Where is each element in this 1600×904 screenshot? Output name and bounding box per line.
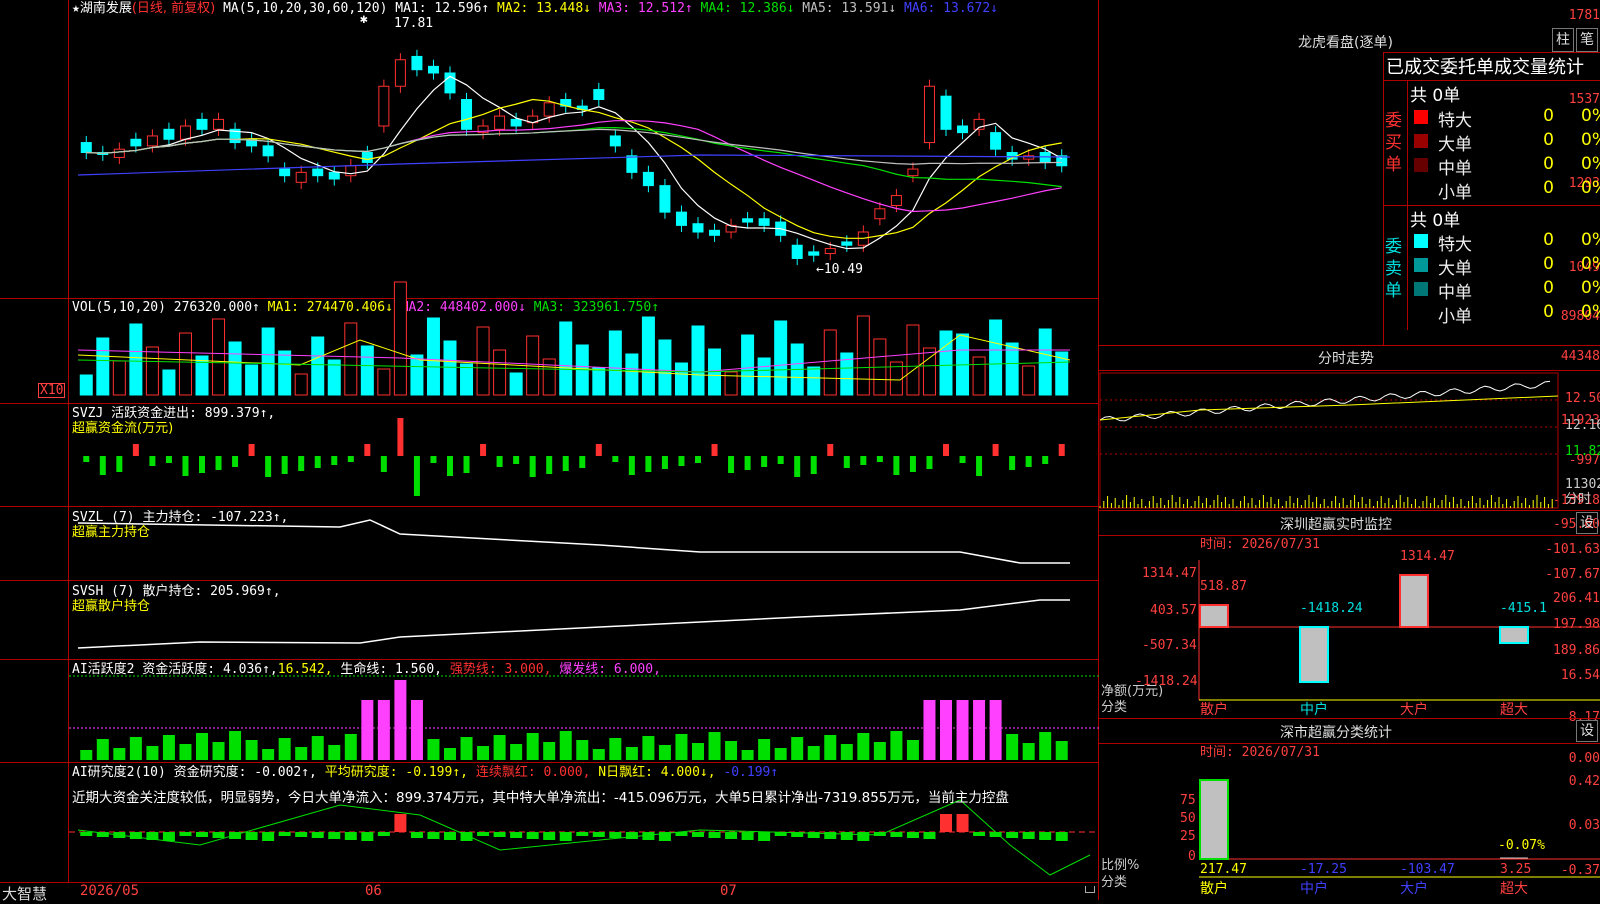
class-category-label: 散户 [1200, 880, 1228, 897]
class-chart[interactable]: -0.07% 217.47 -17.25 -103.47 3.25 散户 中户 大户 超大 [0, 0, 1600, 900]
class-category-label: 中户 [1300, 880, 1328, 897]
class-note: -0.07% [1498, 838, 1545, 853]
class-bar [1199, 779, 1229, 860]
class-bar-value: 217.47 [1200, 862, 1247, 877]
class-bar-value: 3.25 [1500, 862, 1531, 877]
class-category-label: 大户 [1400, 880, 1428, 897]
class-bar-value: -17.25 [1300, 862, 1347, 877]
class-category-label: 超大 [1500, 881, 1528, 897]
class-bar-value: -103.47 [1400, 862, 1455, 877]
